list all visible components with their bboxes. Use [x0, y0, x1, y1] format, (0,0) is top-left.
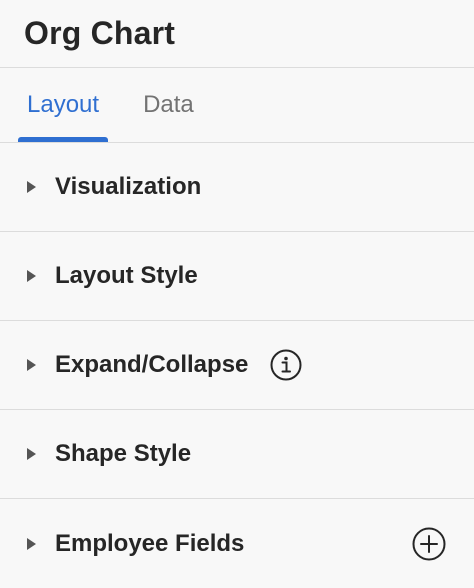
info-icon[interactable] — [270, 349, 302, 381]
tab-layout[interactable]: Layout — [18, 68, 109, 142]
tab-data[interactable]: Data — [134, 68, 203, 142]
org-chart-panel: Org Chart Layout Data Visualization Layo… — [0, 0, 474, 588]
section-label: Visualization — [55, 173, 202, 200]
section-layout-style[interactable]: Layout Style — [0, 232, 474, 321]
section-shape-style[interactable]: Shape Style — [0, 410, 474, 499]
section-label: Shape Style — [55, 440, 192, 467]
section-label: Expand/Collapse — [55, 351, 249, 378]
caret-right-icon — [27, 359, 36, 371]
section-employee-fields[interactable]: Employee Fields — [0, 499, 474, 588]
caret-right-icon — [27, 181, 36, 193]
panel-title: Org Chart — [24, 15, 176, 51]
section-label: Employee Fields — [55, 529, 245, 557]
tab-bar: Layout Data — [0, 68, 474, 143]
caret-right-icon — [27, 270, 36, 282]
section-visualization[interactable]: Visualization — [0, 143, 474, 232]
panel-header: Org Chart — [0, 0, 474, 68]
caret-right-icon — [27, 537, 36, 550]
add-circle-icon[interactable] — [412, 527, 446, 561]
section-label: Layout Style — [55, 262, 198, 289]
caret-right-icon — [27, 448, 36, 460]
section-expand-collapse[interactable]: Expand/Collapse — [0, 321, 474, 410]
